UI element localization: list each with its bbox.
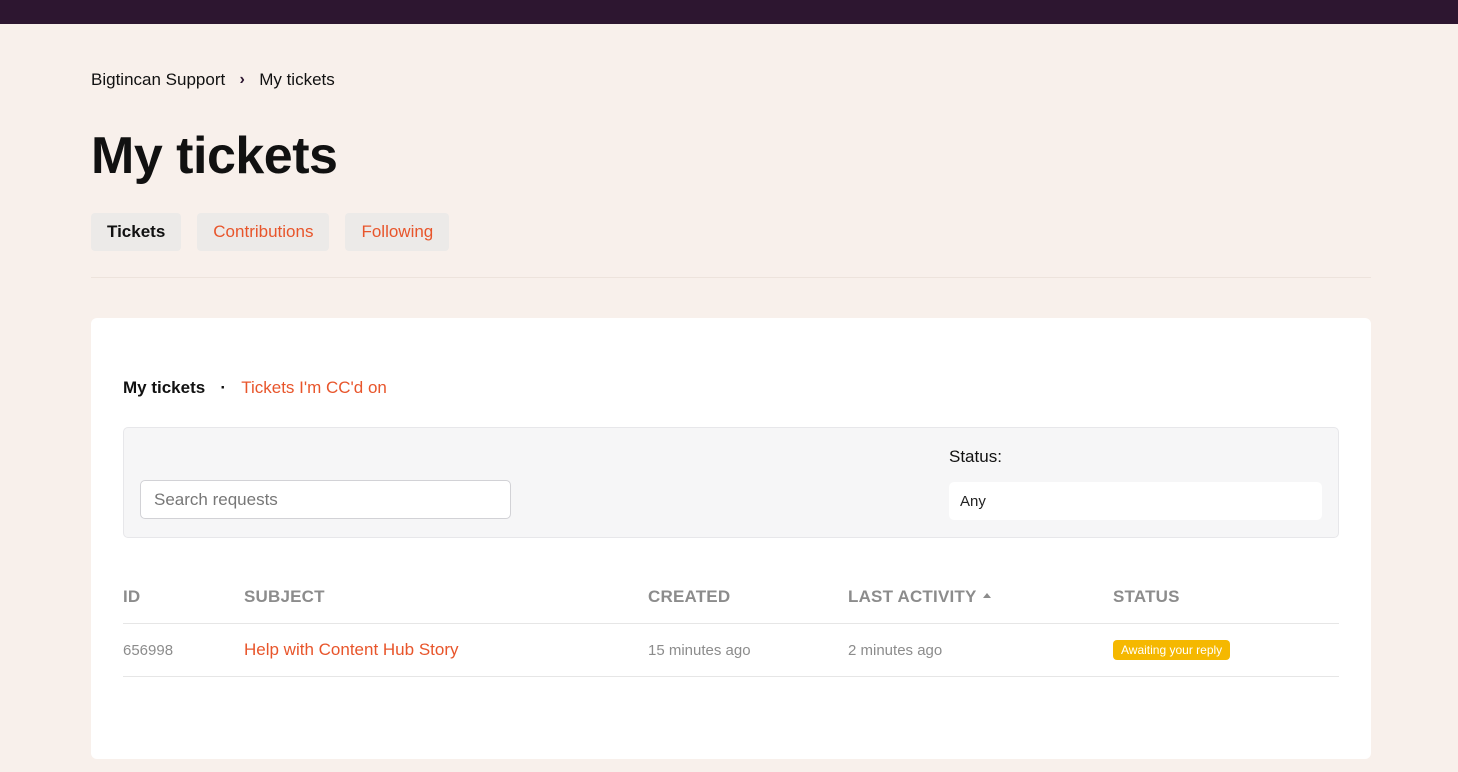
- column-header-id[interactable]: ID: [123, 571, 244, 624]
- breadcrumb-root-link[interactable]: Bigtincan Support: [91, 70, 225, 90]
- breadcrumb-current: My tickets: [259, 70, 335, 89]
- status-filter-value: Any: [960, 492, 986, 510]
- subnav-my-tickets: My tickets: [123, 378, 206, 397]
- ticket-subject-link[interactable]: Help with Content Hub Story: [244, 640, 459, 659]
- subnav-cc-tickets-link[interactable]: Tickets I'm CC'd on: [241, 378, 387, 398]
- separator-dot: ·: [220, 378, 227, 397]
- column-header-created[interactable]: CREATED: [648, 571, 848, 624]
- ticket-last-activity: 2 minutes ago: [848, 623, 1113, 677]
- ticket-status-cell: Awaiting your reply: [1113, 623, 1339, 677]
- column-header-subject[interactable]: SUBJECT: [244, 571, 648, 624]
- ticket-created: 15 minutes ago: [648, 623, 848, 677]
- ticket-subject-cell: Help with Content Hub Story: [244, 623, 648, 677]
- ticket-filter-nav: My tickets · Tickets I'm CC'd on: [123, 378, 387, 398]
- ticket-id: 656998: [123, 623, 244, 677]
- table-header-row: ID SUBJECT CREATED LAST ACTIVITY STATUS: [123, 571, 1339, 624]
- status-badge: Awaiting your reply: [1113, 640, 1231, 660]
- table-row: 656998 Help with Content Hub Story 15 mi…: [123, 623, 1339, 677]
- sort-ascending-icon: [982, 593, 991, 599]
- tab-contributions[interactable]: Contributions: [197, 213, 330, 251]
- status-filter-select[interactable]: Any: [949, 482, 1322, 520]
- section-divider: [91, 277, 1371, 278]
- tab-following[interactable]: Following: [345, 213, 450, 251]
- breadcrumb: Bigtincan Support › My tickets: [91, 70, 335, 90]
- tab-tickets[interactable]: Tickets: [91, 213, 182, 251]
- page-title: My tickets: [91, 127, 338, 185]
- column-header-last-activity-label: LAST ACTIVITY: [848, 587, 977, 606]
- column-header-status[interactable]: STATUS: [1113, 571, 1339, 624]
- search-input[interactable]: [140, 480, 511, 519]
- column-header-last-activity[interactable]: LAST ACTIVITY: [848, 571, 1113, 624]
- status-filter-label: Status:: [949, 447, 1002, 466]
- tickets-table: ID SUBJECT CREATED LAST ACTIVITY STATUS …: [123, 571, 1339, 677]
- chevron-right-icon: ›: [239, 71, 245, 88]
- filter-panel: Status: Any: [123, 427, 1339, 538]
- tab-bar: Tickets Contributions Following: [91, 213, 450, 251]
- tickets-card: My tickets · Tickets I'm CC'd on Status:…: [91, 318, 1371, 759]
- top-navigation-bar: [0, 0, 1458, 24]
